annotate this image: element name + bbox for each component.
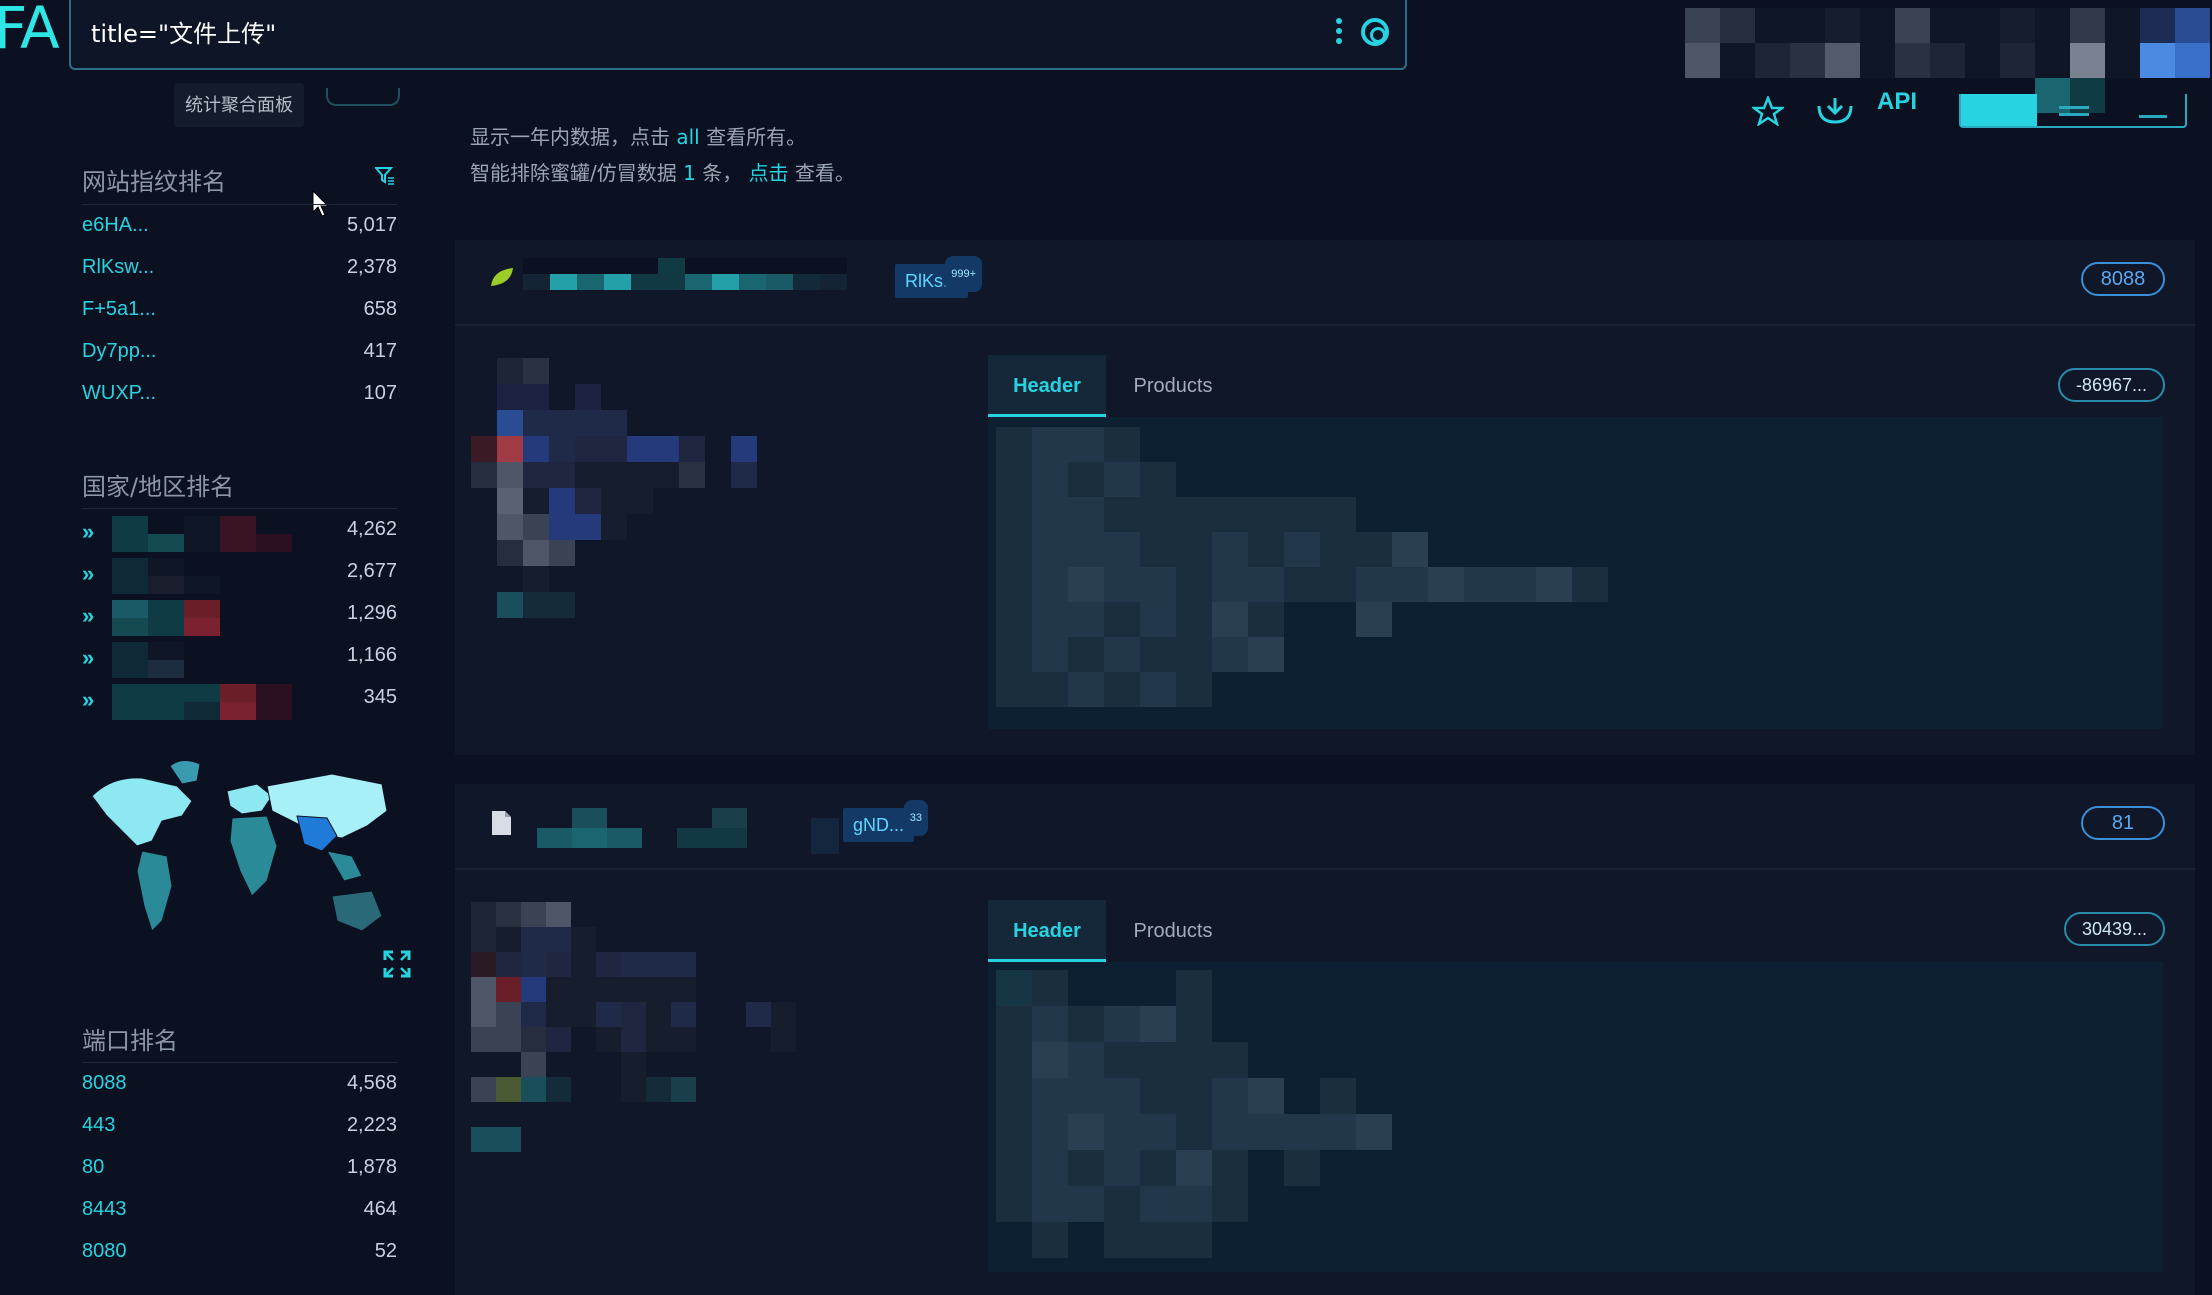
double-chevron-icon: » [82,519,95,544]
port-badge[interactable]: 81 [2081,806,2165,840]
tab-header[interactable]: Header [988,355,1106,417]
aggregation-panel-tooltip: 统计聚合面板 [174,83,304,127]
result-tabs: Header Products [988,900,2188,962]
list-view-button[interactable] [2059,106,2089,116]
result-host-info[interactable] [471,902,796,1152]
more-options-icon[interactable] [1335,18,1343,46]
double-chevron-icon: » [82,687,95,712]
country-item[interactable]: » 345 [82,684,397,720]
country-rank-title: 国家/地区排名 [82,473,235,501]
result-card: gND... 33 81 Header Products 30439... [455,784,2195,1295]
star-icon[interactable] [1752,96,1784,126]
result-host-info[interactable] [471,358,757,618]
header-content [988,962,2163,1272]
time-range-info: 显示一年内数据，点击 all 查看所有。 [470,125,807,149]
country-item[interactable]: » 1,166 [82,642,397,678]
hash-badge[interactable]: 30439... [2063,912,2165,946]
all-link[interactable]: all [676,125,699,149]
double-chevron-icon: » [82,645,95,670]
world-map[interactable] [82,756,397,966]
product-tag[interactable]: RlKs... 999+ [895,256,983,298]
port-item[interactable]: 80 1,878 [82,1156,397,1186]
leaf-icon [491,268,513,286]
stats-view-button[interactable] [2139,104,2167,118]
country-item[interactable]: » 1,296 [82,600,397,636]
tab-products[interactable]: Products [1118,900,1228,962]
port-rank-title: 端口排名 [82,1027,178,1055]
double-chevron-icon: » [82,561,95,586]
tab-header[interactable]: Header [988,900,1106,962]
result-card: RlKs... 999+ 8088 Header Products -86967… [455,240,2195,755]
download-icon[interactable] [1815,96,1855,126]
fingerprint-item[interactable]: RlKsw... 2,378 [82,256,397,286]
honeypot-info: 智能排除蜜罐/仿冒数据 1 条， 点击 查看。 [470,161,855,185]
country-item[interactable]: » 4,262 [82,516,397,552]
fingerprint-rank-title: 网站指纹排名 [82,168,226,196]
expand-icon[interactable] [383,950,411,978]
panel-toggle[interactable] [326,88,400,106]
tab-products[interactable]: Products [1118,355,1228,417]
api-button[interactable]: API [1877,88,1917,116]
result-tabs: Header Products [988,355,2188,417]
search-icon[interactable] [1361,18,1389,46]
header-content [988,417,2163,729]
filter-icon[interactable] [375,166,395,186]
port-item[interactable]: 443 2,223 [82,1114,397,1144]
view-toggle[interactable] [1959,94,2187,128]
product-tag[interactable]: gND... 33 [843,800,929,842]
port-item[interactable]: 8443 464 [82,1198,397,1228]
hash-badge[interactable]: -86967... [2057,368,2165,402]
fingerprint-item[interactable]: e6HA... 5,017 [82,214,397,244]
search-input[interactable]: title="文件上传" [91,14,276,49]
port-item[interactable]: 8088 4,568 [82,1072,397,1102]
country-item[interactable]: » 2,677 [82,558,397,594]
port-badge[interactable]: 8088 [2081,262,2165,296]
fingerprint-item[interactable]: Dy7pp... 417 [82,340,397,370]
fingerprint-item[interactable]: WUXP... 107 [82,382,397,412]
search-bar[interactable]: title="文件上传" [69,0,1407,70]
document-icon [492,811,511,835]
double-chevron-icon: » [82,603,95,628]
click-link[interactable]: 点击 [749,161,789,185]
port-item[interactable]: 8080 52 [82,1240,397,1270]
grid-view-button[interactable] [1961,94,2037,126]
fingerprint-item[interactable]: F+5a1... 658 [82,298,397,328]
logo[interactable]: FA [0,0,60,62]
